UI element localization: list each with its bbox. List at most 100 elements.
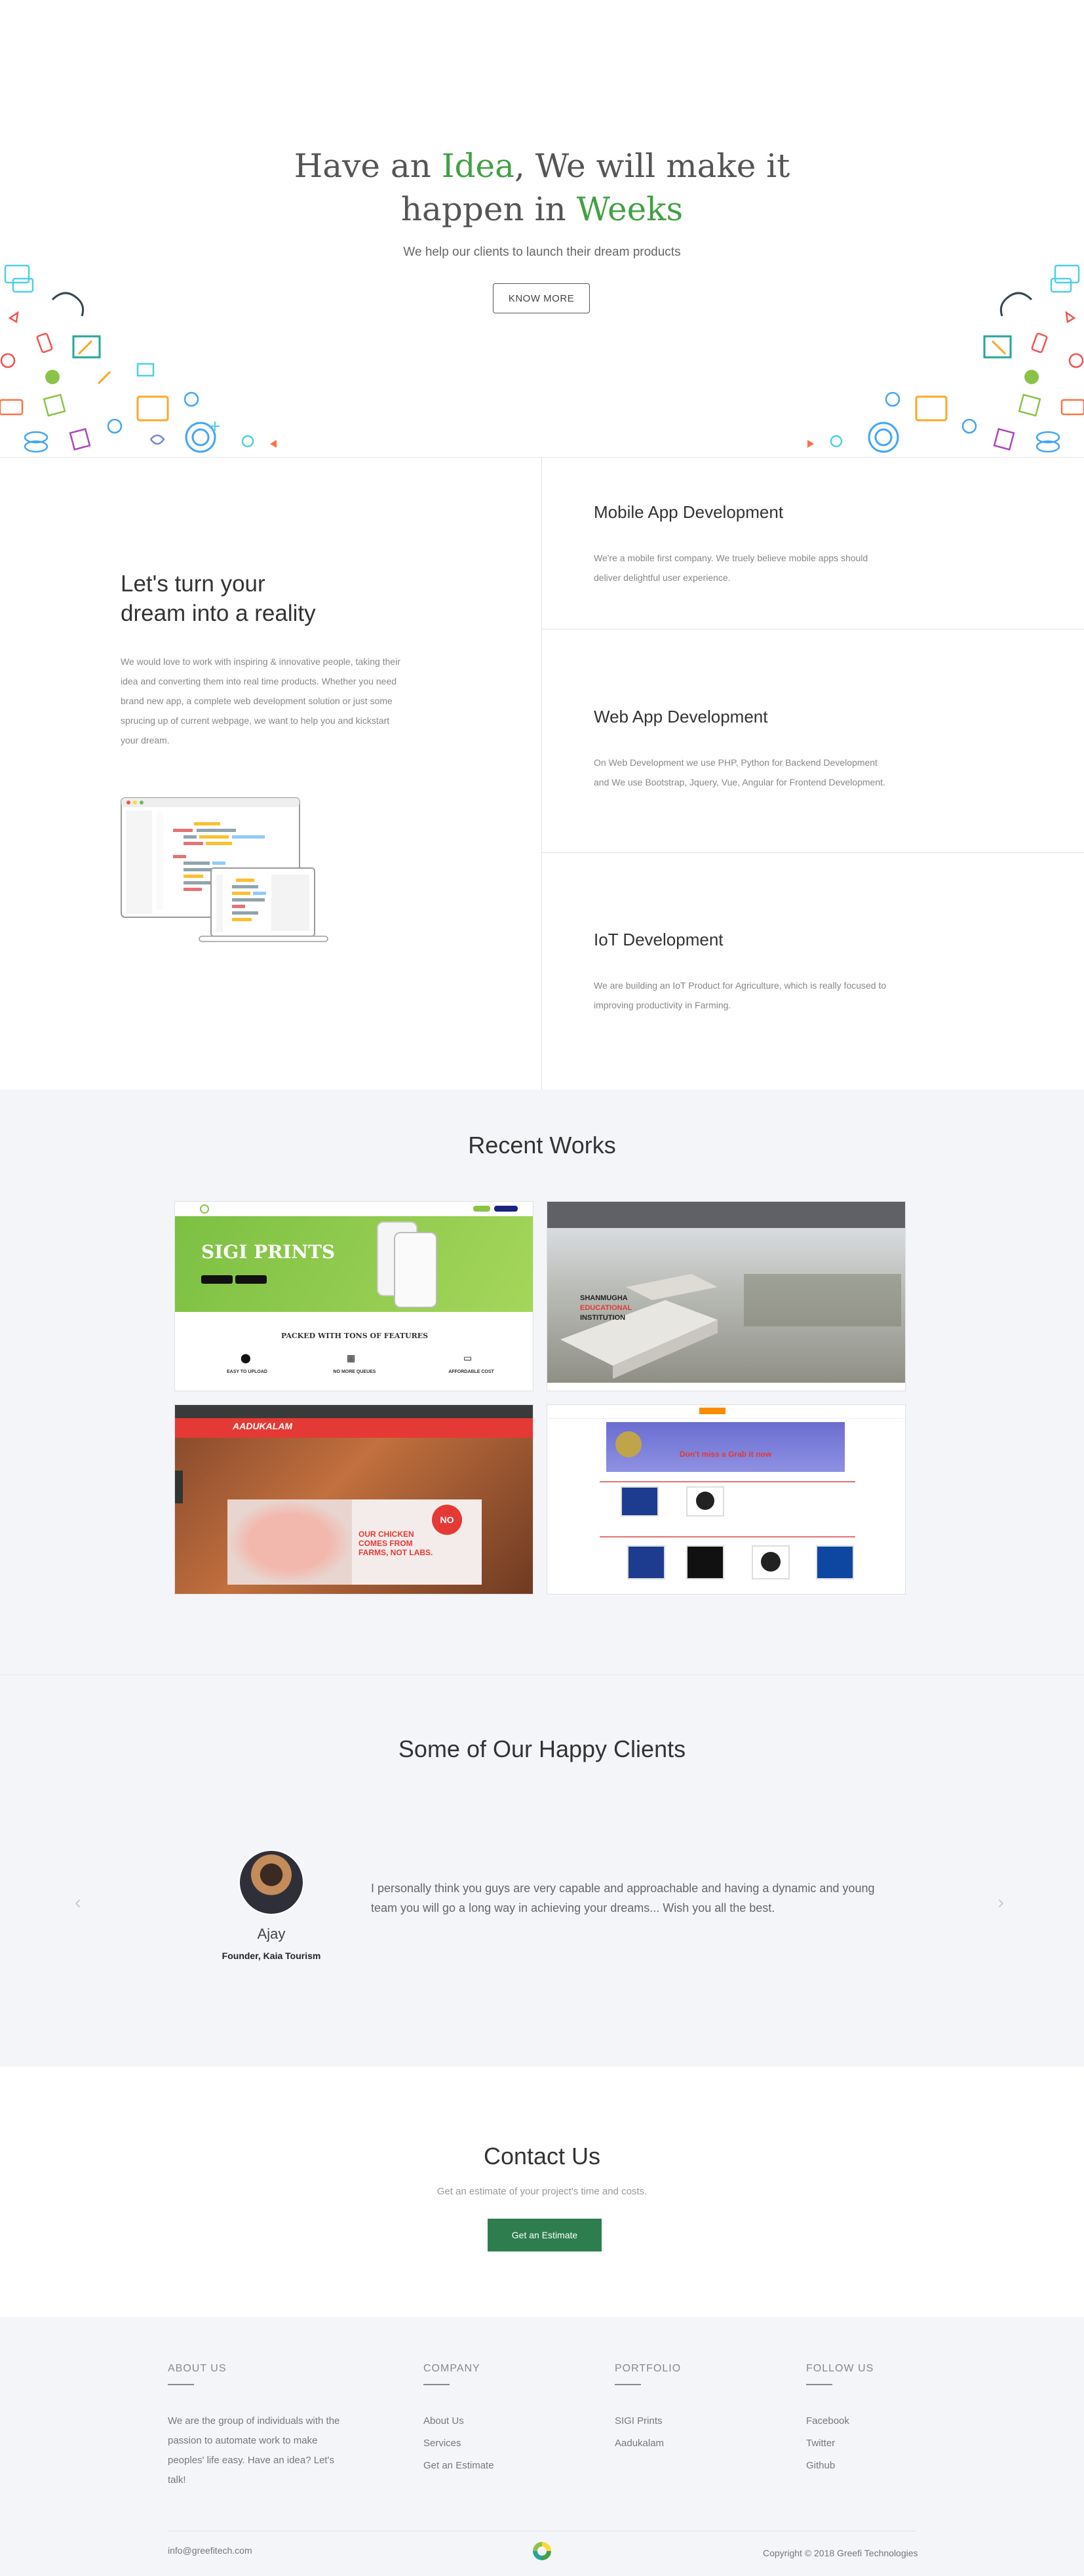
contact-section: Contact Us Get an estimate of your proje… bbox=[0, 2067, 1084, 2317]
client-quote: I personally think you guys are very cap… bbox=[371, 1882, 875, 1914]
logo-icon bbox=[200, 1204, 209, 1214]
no-badge: NO bbox=[432, 1505, 462, 1535]
ad-line: OUR CHICKEN bbox=[358, 1530, 414, 1539]
footer: ABOUT US We are the group of individuals… bbox=[0, 2317, 1084, 2576]
promo-banner: Don't miss a Grab it now bbox=[606, 1422, 845, 1472]
next-arrow-icon[interactable]: › bbox=[997, 1892, 1004, 1914]
hero-title-part: happen in bbox=[400, 190, 577, 228]
service-thumb bbox=[816, 1545, 854, 1579]
services-section: Let's turn your dream into a reality We … bbox=[0, 458, 1084, 1090]
client-name: Ajay bbox=[257, 1926, 286, 1942]
ad-banner: OUR CHICKEN COMES FROM FARMS, NOT LABS. … bbox=[227, 1499, 482, 1585]
service-thumb bbox=[686, 1545, 724, 1579]
service-title-mobile: Mobile App Development bbox=[594, 502, 784, 522]
clients-title: Some of Our Happy Clients bbox=[398, 1735, 686, 1762]
service-text-web: On Web Development we use PHP, Python fo… bbox=[594, 757, 885, 787]
hero-title-part: , We will make it bbox=[514, 147, 790, 185]
footer-company-heading: COMPANY bbox=[423, 2363, 480, 2374]
footer-follow-heading: FOLLOW US bbox=[806, 2363, 874, 2374]
hero-title-part: Have an bbox=[294, 147, 442, 185]
work-navbar bbox=[547, 1202, 905, 1228]
shanmugha-title: SHANMUGHA EDUCATIONAL INSTITUTION bbox=[580, 1294, 632, 1323]
nav-pill bbox=[473, 1206, 490, 1212]
intro-title-line: Let's turn your bbox=[121, 571, 265, 597]
work-card-coupons[interactable]: Don't miss a Grab it now bbox=[547, 1404, 906, 1595]
footer-about-text: We are the group of individuals with the… bbox=[168, 2415, 340, 2486]
work-banner bbox=[175, 1216, 533, 1312]
intro-text: We would love to work with inspiring & i… bbox=[121, 656, 400, 745]
coin-image bbox=[615, 1431, 642, 1457]
footer-link-about[interactable]: About Us bbox=[423, 2415, 464, 2427]
service-thumb bbox=[621, 1486, 659, 1516]
work-card-shanmugha[interactable]: SHANMUGHA EDUCATIONAL INSTITUTION bbox=[547, 1201, 906, 1391]
prev-arrow-icon[interactable]: ‹ bbox=[75, 1892, 81, 1914]
grid-icon: ▦ bbox=[347, 1353, 356, 1363]
sigi-headline: SIGI PRINTS bbox=[201, 1241, 336, 1263]
feature-label: AFFORDABLE COST bbox=[448, 1370, 494, 1374]
social-bar bbox=[175, 1471, 183, 1503]
greefi-logo-icon bbox=[533, 2542, 551, 2560]
work-navbar bbox=[547, 1405, 905, 1419]
services-divider bbox=[541, 852, 1084, 853]
hero-doodles-right bbox=[807, 264, 1084, 453]
hero-title: Have an Idea, We will make it happen in … bbox=[0, 144, 1084, 231]
footer-link-services[interactable]: Services bbox=[423, 2438, 461, 2449]
ad-line: FARMS, NOT LABS. bbox=[358, 1548, 433, 1557]
feature-label: NO MORE QUEUES bbox=[333, 1370, 376, 1374]
hero-doodles-left bbox=[0, 264, 277, 453]
service-title-web: Web App Development bbox=[594, 707, 768, 726]
footer-link-twitter[interactable]: Twitter bbox=[806, 2438, 835, 2449]
store-badge bbox=[201, 1275, 233, 1284]
hero-section: Have an Idea, We will make it happen in … bbox=[0, 0, 1084, 458]
service-thumb bbox=[752, 1545, 790, 1579]
recent-works-title: Recent Works bbox=[468, 1132, 616, 1159]
hero-title-idea: Idea bbox=[441, 147, 514, 185]
hero-title-weeks: Weeks bbox=[576, 190, 684, 228]
know-more-button[interactable]: KNOW MORE bbox=[493, 283, 590, 313]
divider bbox=[600, 1481, 855, 1482]
promo-text: Don't miss a Grab it now bbox=[679, 1450, 772, 1459]
features-title: PACKED WITH TONS OF FEATURES bbox=[281, 1332, 429, 1340]
work-card-aadukalam[interactable]: AADUKALAM OUR CHICKEN COMES FROM FARMS, … bbox=[174, 1404, 533, 1595]
footer-portfolio-heading: PORTFOLIO bbox=[615, 2363, 682, 2374]
campus-buildings bbox=[560, 1274, 901, 1379]
aadukalam-brand: AADUKALAM bbox=[233, 1421, 292, 1431]
feature-label: EASY TO UPLOAD bbox=[227, 1370, 267, 1374]
service-thumb bbox=[686, 1486, 724, 1516]
get-estimate-button[interactable]: Get an Estimate bbox=[488, 2219, 602, 2251]
footer-underline bbox=[615, 2384, 641, 2385]
work-card-sigi-prints[interactable]: SIGI PRINTS PACKED WITH TONS OF FEATURES… bbox=[174, 1201, 533, 1391]
divider bbox=[600, 1536, 855, 1537]
client-avatar bbox=[239, 1850, 304, 1915]
intro-title: Let's turn your dream into a reality bbox=[121, 569, 316, 628]
intro-title-line: dream into a reality bbox=[121, 601, 316, 626]
footer-underline bbox=[806, 2384, 832, 2385]
footer-email[interactable]: info@greefitech.com bbox=[168, 2545, 252, 2556]
clients-section: Some of Our Happy Clients ‹ › Ajay Found… bbox=[0, 1674, 1084, 2067]
footer-underline bbox=[168, 2384, 194, 2385]
client-role: Founder, Kaia Tourism bbox=[222, 1951, 321, 1961]
footer-link-sigi[interactable]: SIGI Prints bbox=[615, 2415, 663, 2427]
shanmugha-line: INSTITUTION bbox=[580, 1314, 626, 1322]
shanmugha-line: EDUCATIONAL bbox=[580, 1304, 632, 1312]
service-thumb bbox=[627, 1545, 665, 1579]
store-badge bbox=[235, 1275, 267, 1284]
service-title-iot: IoT Development bbox=[594, 930, 724, 949]
footer-about-heading: ABOUT US bbox=[168, 2363, 227, 2374]
phone-mockup bbox=[394, 1232, 437, 1308]
work-topbar bbox=[175, 1405, 533, 1418]
work-navbar bbox=[175, 1418, 533, 1438]
footer-link-estimate[interactable]: Get an Estimate bbox=[423, 2460, 494, 2471]
footer-link-github[interactable]: Github bbox=[806, 2460, 835, 2471]
footer-link-aadukalam[interactable]: Aadukalam bbox=[615, 2438, 664, 2449]
contact-subtitle: Get an estimate of your project's time a… bbox=[436, 2186, 648, 2197]
contact-title: Contact Us bbox=[483, 2143, 601, 2170]
nav-pill bbox=[494, 1206, 518, 1212]
ad-line: COMES FROM bbox=[358, 1539, 413, 1548]
footer-link-facebook[interactable]: Facebook bbox=[806, 2415, 849, 2427]
recent-works-section: Recent Works SIGI PRINTS PACKED WITH TON… bbox=[0, 1090, 1084, 1674]
ad-image bbox=[227, 1499, 352, 1585]
footer-copyright: Copyright © 2018 Greefi Technologies bbox=[763, 2548, 918, 2558]
services-divider bbox=[541, 458, 542, 1090]
hero-subtitle: We help our clients to launch their drea… bbox=[403, 245, 681, 259]
